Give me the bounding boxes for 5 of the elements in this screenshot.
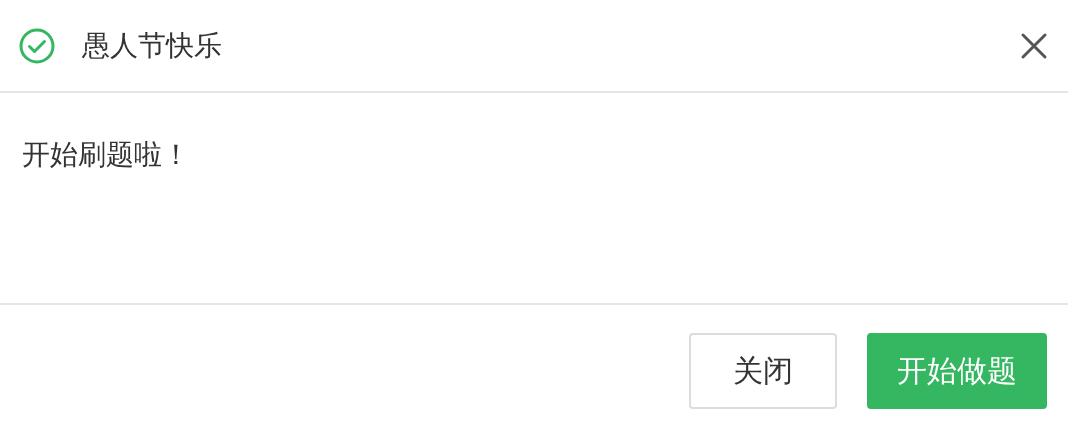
dialog-message: 开始刷题啦！ [22,137,190,173]
cancel-button[interactable]: 关闭 [689,333,837,409]
success-check-icon [18,26,56,65]
dialog-title: 愚人节快乐 [82,28,223,63]
close-icon[interactable] [1020,31,1048,60]
